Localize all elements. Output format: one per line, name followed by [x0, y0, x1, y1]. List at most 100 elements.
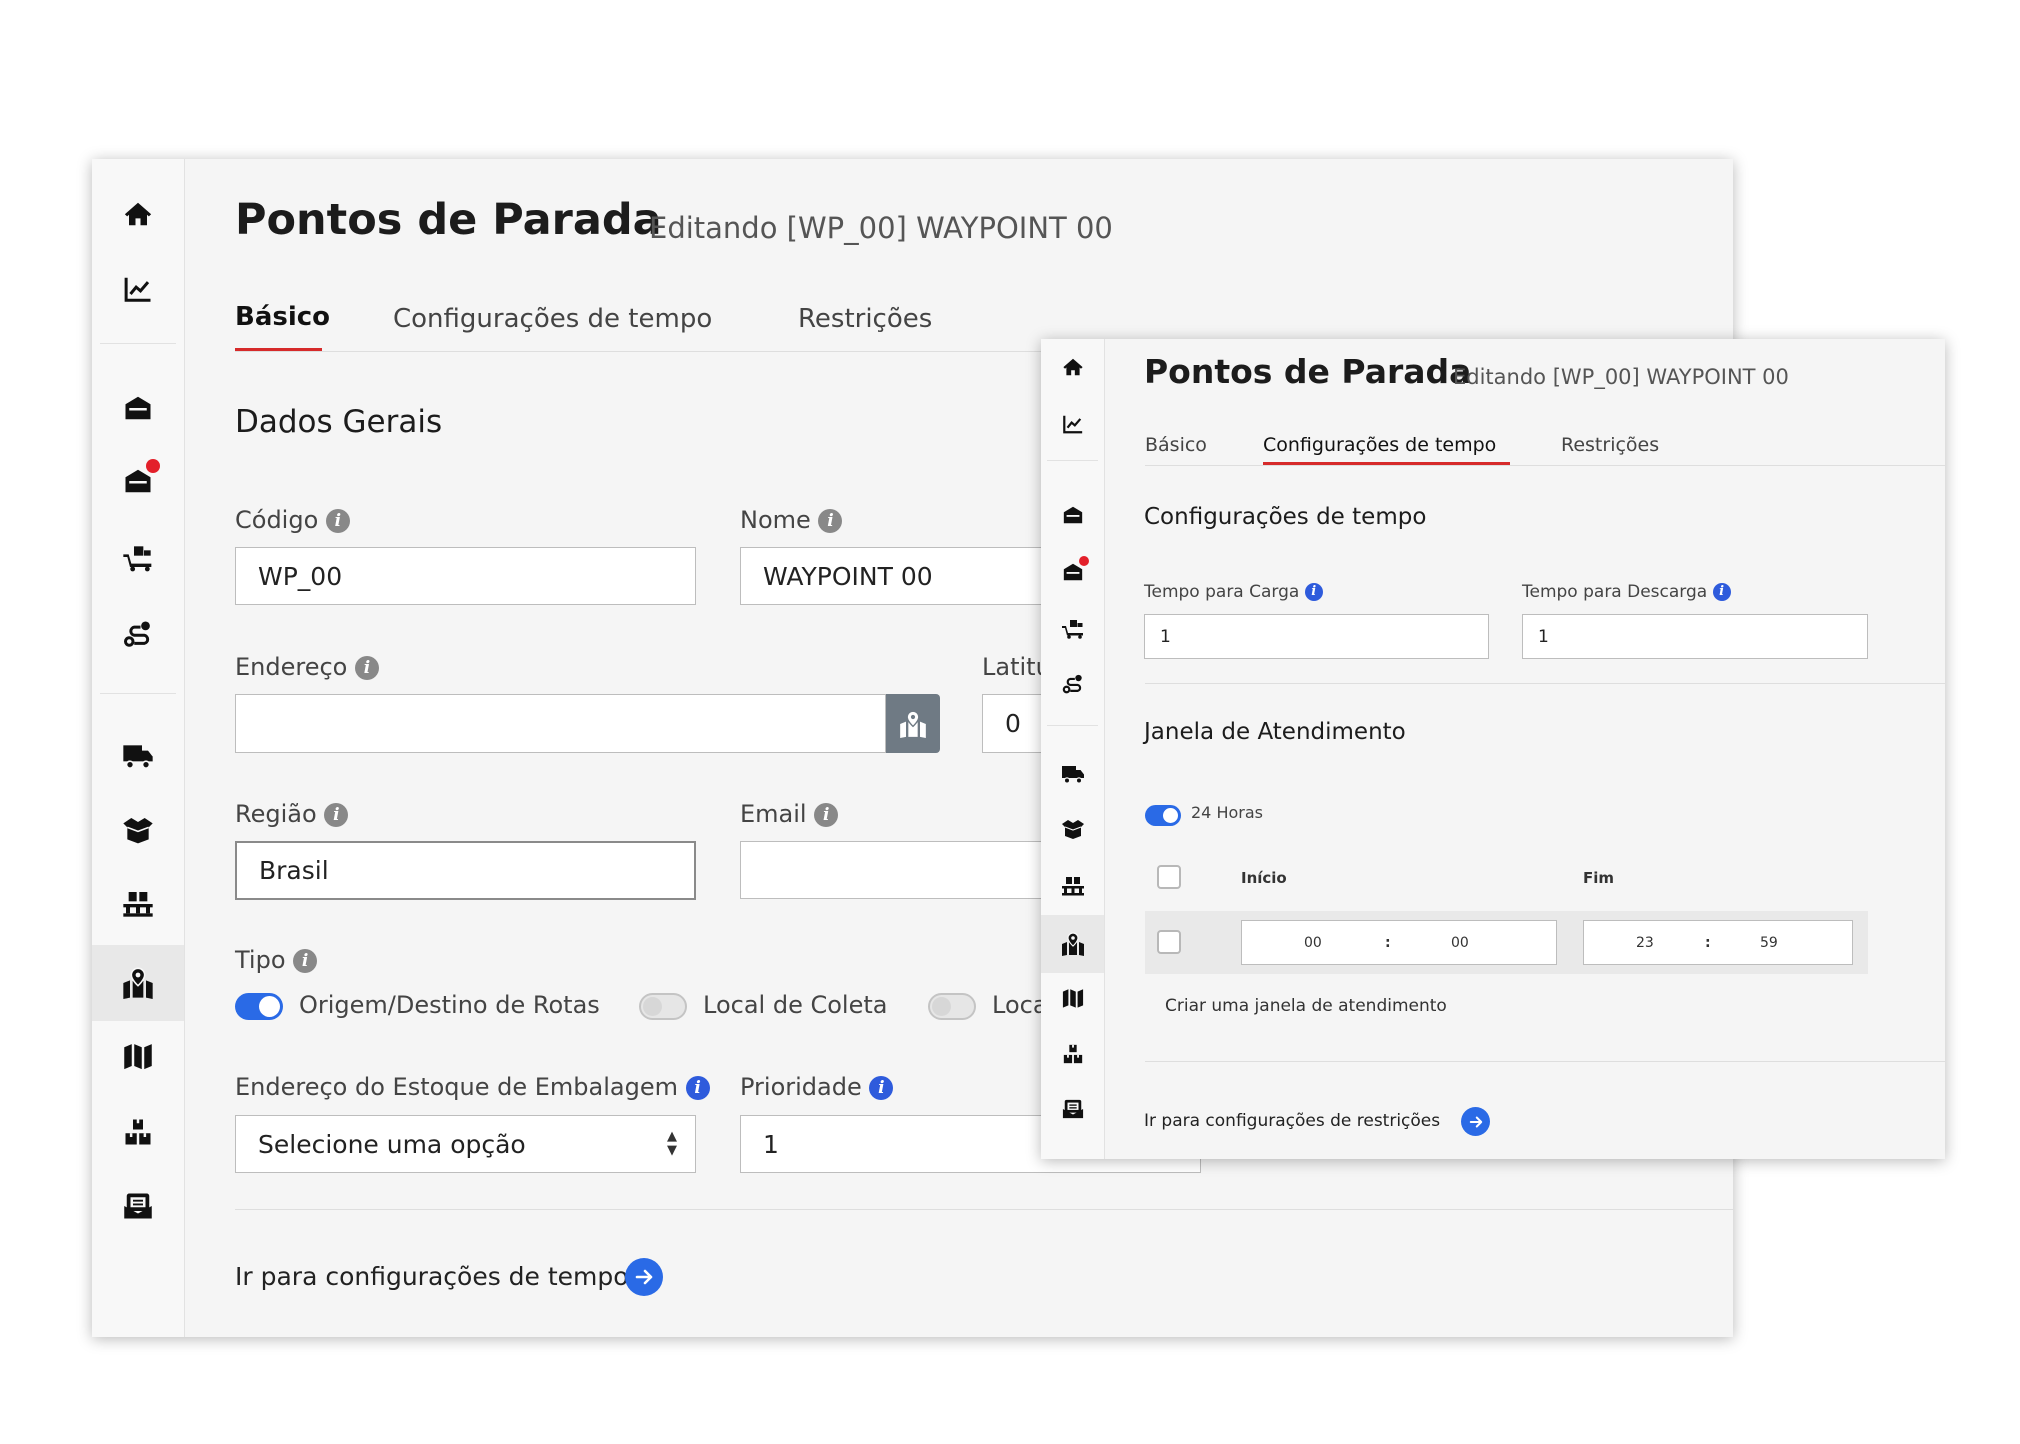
- carga-input[interactable]: 1: [1144, 614, 1489, 659]
- next-link[interactable]: Ir para configurações de tempo: [235, 1262, 629, 1291]
- next-arrow-button[interactable]: [625, 1258, 663, 1296]
- tipo-origem-toggle[interactable]: [235, 993, 283, 1020]
- nav-pallets[interactable]: [1041, 866, 1104, 906]
- tab-configuracoes-tempo[interactable]: Configurações de tempo: [393, 304, 712, 334]
- nav-vehicles[interactable]: [92, 731, 184, 781]
- nav-routes[interactable]: [92, 609, 184, 659]
- nav-maps[interactable]: [1041, 978, 1104, 1018]
- carga-label: Tempo para Carga i: [1144, 582, 1323, 602]
- tab-configuracoes-tempo[interactable]: Configurações de tempo: [1263, 434, 1496, 456]
- nav-maps[interactable]: [92, 1031, 184, 1081]
- codigo-input[interactable]: WP_00: [235, 547, 696, 605]
- nav-packages[interactable]: [1041, 809, 1104, 849]
- map-marked-icon: [122, 967, 154, 999]
- page-title: Pontos de Parada: [235, 195, 662, 245]
- tipo-origem-label: Origem/Destino de Rotas: [299, 991, 600, 1019]
- inicio-time-input[interactable]: 00 : 00: [1241, 920, 1557, 965]
- warehouse-icon: [123, 393, 153, 423]
- nav-home[interactable]: [1041, 347, 1104, 387]
- box-open-icon: [122, 814, 154, 846]
- nav-vehicles[interactable]: [1041, 754, 1104, 794]
- col-inicio-header: Início: [1241, 869, 1287, 887]
- nav-warehouse-alert[interactable]: [1041, 552, 1104, 592]
- map-icon: [1062, 987, 1084, 1009]
- tipo-coleta-toggle[interactable]: [639, 993, 687, 1020]
- nav-waypoints[interactable]: [1041, 915, 1104, 973]
- info-icon: i: [325, 509, 350, 533]
- endereco-label: Endereço i: [235, 653, 379, 681]
- row-checkbox[interactable]: [1157, 930, 1181, 954]
- arrow-right-icon: [632, 1265, 656, 1289]
- boxes-icon: [1062, 1043, 1084, 1065]
- section-divider: [1145, 683, 1945, 684]
- truck-icon: [1061, 762, 1085, 786]
- nav-packages[interactable]: [92, 805, 184, 855]
- mail-bulk-icon: [1062, 1098, 1084, 1120]
- estoque-select[interactable]: Selecione uma opção ▲ ▼: [235, 1115, 696, 1173]
- front-window: Pontos de Parada Editando [WP_00] WAYPOI…: [1041, 339, 1945, 1159]
- endereco-input[interactable]: [235, 694, 886, 753]
- section-title: Dados Gerais: [235, 404, 443, 440]
- nav-dashboard[interactable]: [92, 264, 184, 314]
- chart-line-icon: [123, 274, 153, 304]
- tab-restricoes[interactable]: Restrições: [798, 304, 932, 334]
- nav-warehouse[interactable]: [92, 383, 184, 433]
- descarga-label: Tempo para Descarga i: [1522, 582, 1731, 602]
- tabs-divider: [1145, 465, 1945, 466]
- tipo-third-label: Loca: [992, 991, 1048, 1019]
- nav-loading[interactable]: [92, 532, 184, 582]
- page-subtitle: Editando [WP_00] WAYPOINT 00: [649, 211, 1113, 245]
- nav-stock[interactable]: [1041, 1034, 1104, 1074]
- descarga-input[interactable]: 1: [1522, 614, 1868, 659]
- nav-mail[interactable]: [92, 1181, 184, 1231]
- select-all-checkbox[interactable]: [1157, 865, 1181, 889]
- sidebar: [92, 159, 185, 1337]
- sidebar: [1041, 339, 1105, 1159]
- nav-loading[interactable]: [1041, 608, 1104, 648]
- nav-warehouse-alert[interactable]: [92, 456, 184, 506]
- footer-divider: [235, 1209, 1733, 1210]
- boxes-icon: [123, 1117, 153, 1147]
- home-icon: [1062, 356, 1084, 378]
- map-picker-button[interactable]: [886, 694, 940, 753]
- time-window-row: 00 : 00 23 : 59: [1145, 911, 1868, 974]
- sidebar-divider: [100, 343, 176, 344]
- notification-dot: [146, 459, 160, 473]
- nav-stock[interactable]: [92, 1107, 184, 1157]
- sidebar-divider: [100, 693, 176, 694]
- tipo-third-toggle[interactable]: [928, 993, 976, 1020]
- janela-title: Janela de Atendimento: [1144, 719, 1406, 745]
- nav-warehouse[interactable]: [1041, 495, 1104, 535]
- prioridade-label: Prioridade i: [740, 1073, 894, 1101]
- mail-bulk-icon: [123, 1191, 153, 1221]
- pallet-icon: [1061, 874, 1085, 898]
- nav-home[interactable]: [92, 189, 184, 239]
- next-link[interactable]: Ir para configurações de restrições: [1144, 1111, 1440, 1131]
- create-window-link[interactable]: Criar uma janela de atendimento: [1165, 996, 1447, 1016]
- tab-basico[interactable]: Básico: [235, 302, 330, 332]
- estoque-label: Endereço do Estoque de Embalagem i: [235, 1073, 710, 1101]
- tipo-coleta-label: Local de Coleta: [703, 991, 888, 1019]
- regiao-input[interactable]: Brasil: [235, 841, 696, 900]
- tab-basico[interactable]: Básico: [1145, 434, 1207, 456]
- nav-waypoints[interactable]: [92, 945, 184, 1021]
- nav-pallets[interactable]: [92, 879, 184, 929]
- next-arrow-button[interactable]: [1461, 1107, 1490, 1136]
- truck-loading-icon: [122, 541, 154, 573]
- truck-loading-icon: [1061, 616, 1085, 640]
- nav-mail[interactable]: [1041, 1089, 1104, 1129]
- toggle-24-horas[interactable]: [1145, 805, 1181, 826]
- sidebar-divider: [1047, 725, 1098, 726]
- fim-time-input[interactable]: 23 : 59: [1583, 920, 1853, 965]
- nav-routes[interactable]: [1041, 664, 1104, 704]
- footer-divider: [1145, 1061, 1945, 1062]
- info-icon: i: [1712, 583, 1731, 601]
- info-icon: i: [324, 803, 349, 827]
- tab-restricoes[interactable]: Restrições: [1561, 434, 1659, 456]
- info-icon: i: [1304, 583, 1323, 601]
- info-icon: i: [814, 803, 839, 827]
- nav-dashboard[interactable]: [1041, 404, 1104, 444]
- arrow-right-icon: [1467, 1113, 1485, 1131]
- route-icon: [123, 619, 153, 649]
- map-icon: [123, 1041, 153, 1071]
